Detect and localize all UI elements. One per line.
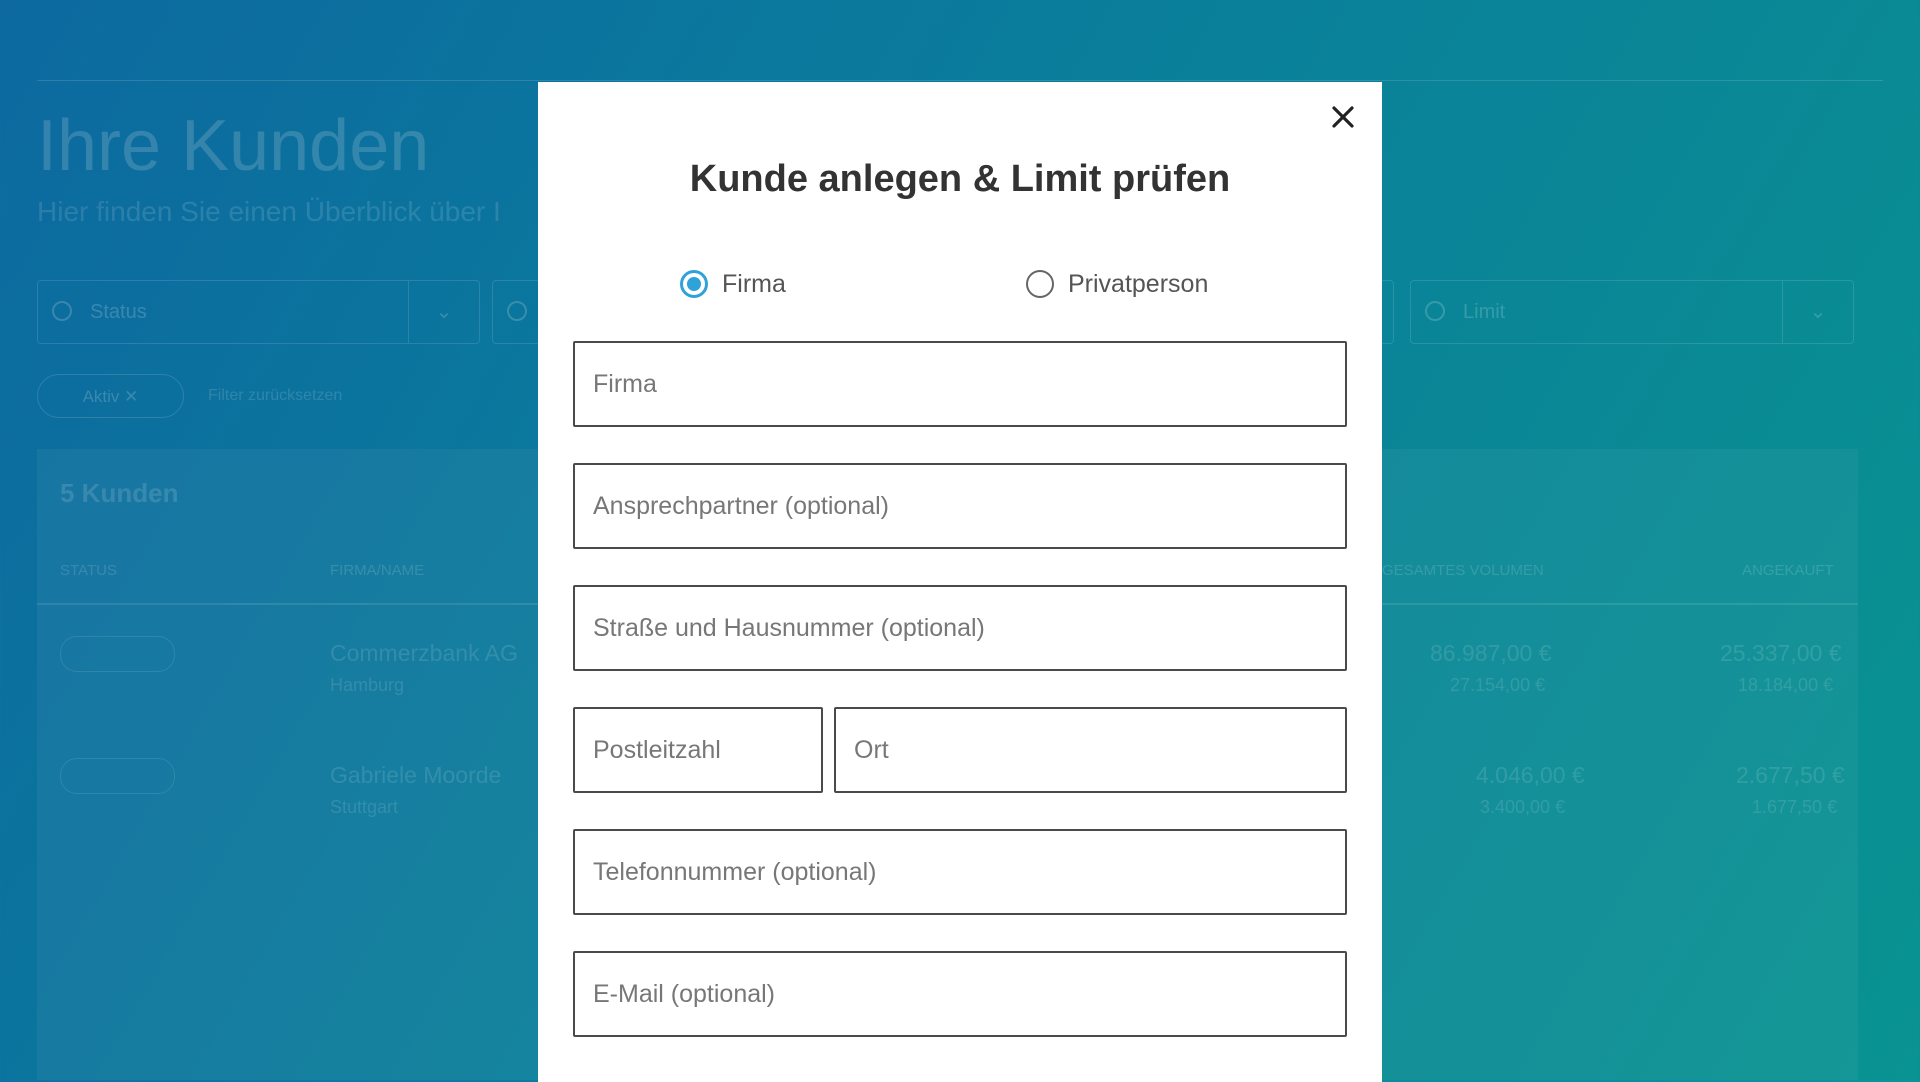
contact-field[interactable] — [573, 463, 1347, 549]
zip-field[interactable] — [573, 707, 823, 793]
street-input[interactable] — [575, 587, 1345, 669]
city-input[interactable] — [836, 709, 1345, 791]
radio-label-private-person[interactable]: Privatperson — [1068, 270, 1208, 299]
dialog-title: Kunde anlegen & Limit prüfen — [689, 158, 1231, 200]
close-icon — [1332, 106, 1354, 128]
radio-dot — [687, 277, 701, 291]
radio-unchecked-icon[interactable] — [1026, 270, 1054, 298]
radio-label-company[interactable]: Firma — [722, 270, 786, 299]
radio-checked-icon[interactable] — [680, 270, 708, 298]
city-field[interactable] — [834, 707, 1347, 793]
company-field[interactable] — [573, 341, 1347, 427]
email-input[interactable] — [575, 953, 1345, 1035]
create-customer-dialog — [538, 82, 1382, 1082]
street-field[interactable] — [573, 585, 1347, 671]
phone-field[interactable] — [573, 829, 1347, 915]
radio-option-company[interactable]: Firma — [680, 264, 786, 304]
close-button[interactable] — [1326, 100, 1360, 134]
company-input[interactable] — [575, 343, 1345, 425]
phone-input[interactable] — [575, 831, 1345, 913]
zip-input[interactable] — [575, 709, 821, 791]
contact-input[interactable] — [575, 465, 1345, 547]
email-field[interactable] — [573, 951, 1347, 1037]
radio-option-private-person[interactable]: Privatperson — [1026, 264, 1208, 304]
